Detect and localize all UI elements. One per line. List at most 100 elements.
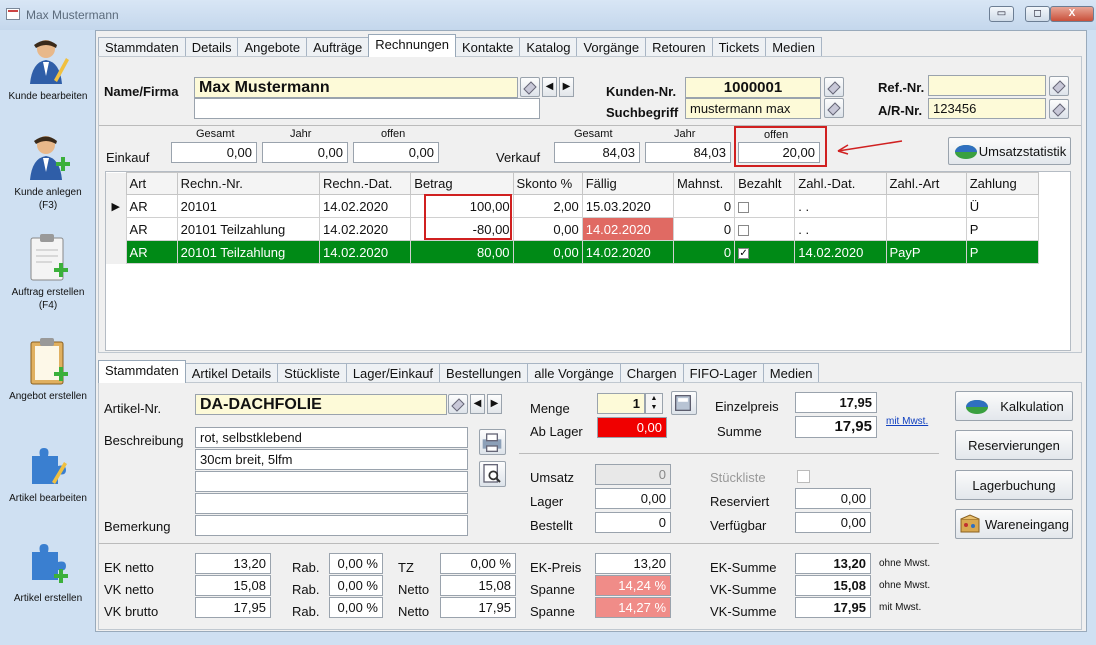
col-zahl-art[interactable]: Zahl.-Art [885,172,967,195]
netto2-field[interactable]: 17,95 [440,597,516,618]
bezahlt-checkbox[interactable] [738,224,750,236]
tab-fifo-lager[interactable]: FIFO-Lager [682,363,764,383]
cell-art[interactable]: AR [125,240,178,264]
artikel-nr-field[interactable]: DA-DACHFOLIE [195,394,447,415]
maximize-button[interactable]: ◻ [1025,6,1050,22]
calculator-button[interactable] [671,391,697,415]
cell-zahl-dat[interactable]: . . [794,194,887,218]
kunden-nr-field[interactable]: 1000001 [685,77,821,98]
stueckliste-checkbox[interactable] [797,470,810,483]
reservierungen-button[interactable]: Reservierungen [955,430,1073,460]
preview-button[interactable] [479,461,506,487]
tab-rechnungen[interactable]: Rechnungen [368,34,457,57]
tab-artikel-stammdaten[interactable]: Stammdaten [98,360,186,383]
tz-field[interactable]: 0,00 % [440,553,516,574]
suchbegriff-field[interactable]: mustermann max [685,98,821,119]
cell-bezahlt[interactable]: ✓ [734,240,796,264]
col-bezahlt[interactable]: Bezahlt [734,172,796,195]
tab-katalog[interactable]: Katalog [519,37,578,57]
cell-skonto[interactable]: 2,00 [512,194,583,218]
cell-faellig[interactable]: 14.02.2020 [581,217,674,241]
tab-stueckliste[interactable]: Stückliste [277,363,347,383]
tab-vorgaenge[interactable]: Vorgänge [576,37,647,57]
rab2-field[interactable]: 0,00 % [329,575,383,596]
sidebar-artikel-bearbeiten[interactable]: Artikel bearbeiten [6,438,90,505]
rab3-field[interactable]: 0,00 % [329,597,383,618]
cell-zahlung[interactable]: Ü [965,194,1040,218]
name2-field[interactable] [194,98,540,119]
lagerbuchung-button[interactable]: Lagerbuchung [955,470,1073,500]
eraser-button[interactable] [824,98,844,118]
print-button[interactable] [479,429,506,455]
bezahlt-checkbox[interactable]: ✓ [738,247,750,259]
sidebar-artikel-erstellen[interactable]: Artikel erstellen [6,538,90,605]
table-row[interactable]: ▶ AR 20101 14.02.2020 100,00 2,00 15.03.… [106,194,1040,218]
prev-button[interactable]: ◀ [542,77,557,97]
col-art[interactable]: Art [125,172,178,195]
sidebar-auftrag-erstellen[interactable]: Auftrag erstellen (F4) [6,232,90,312]
wareneingang-button[interactable]: Wareneingang [955,509,1073,539]
ref-nr-field[interactable] [928,75,1046,96]
close-button[interactable]: X [1050,6,1094,22]
cell-skonto[interactable]: 0,00 [512,217,583,241]
col-zahl-dat[interactable]: Zahl.-Dat. [794,172,887,195]
eraser-button[interactable] [824,77,844,97]
next-button[interactable]: ▶ [559,77,574,97]
cell-betrag[interactable]: 80,00 [410,240,514,264]
cell-art[interactable]: AR [125,194,178,218]
tab-details[interactable]: Details [184,37,239,57]
eraser-button[interactable] [1049,76,1069,96]
desc-line-1[interactable]: rot, selbstklebend [195,427,468,448]
cell-nr[interactable]: 20101 Teilzahlung [176,217,321,241]
tab-angebote[interactable]: Angebote [237,37,308,57]
vk-netto-field[interactable]: 15,08 [195,575,271,596]
cell-zahlung[interactable]: P [965,217,1040,241]
cell-mahnst[interactable]: 0 [672,194,736,218]
ek-preis-field[interactable]: 13,20 [595,553,671,574]
tab-bestellungen[interactable]: Bestellungen [439,363,529,383]
cell-nr[interactable]: 20101 [176,194,321,218]
sidebar-kunde-anlegen[interactable]: Kunde anlegen (F3) [6,132,90,212]
umsatzstatistik-button[interactable]: Umsatzstatistik [948,137,1071,165]
col-mahnst[interactable]: Mahnst. [672,172,736,195]
cell-zahlung[interactable]: P [965,240,1040,264]
tab-kontakte[interactable]: Kontakte [455,37,521,57]
cell-zahl-art[interactable] [885,217,967,241]
col-rechn-dat[interactable]: Rechn.-Dat. [319,172,412,195]
col-skonto[interactable]: Skonto % [512,172,583,195]
cell-mahnst[interactable]: 0 [672,217,736,241]
prev-button[interactable]: ◀ [470,394,485,414]
cell-datum[interactable]: 14.02.2020 [319,217,412,241]
tab-auftraege[interactable]: Aufträge [306,37,370,57]
table-row[interactable]: AR 20101 Teilzahlung 14.02.2020 80,00 0,… [106,240,1040,264]
rab1-field[interactable]: 0,00 % [329,553,383,574]
kalkulation-button[interactable]: Kalkulation [955,391,1073,421]
cell-faellig[interactable]: 14.02.2020 [581,240,674,264]
einzelpreis-field[interactable]: 17,95 [795,392,877,413]
sidebar-angebot-erstellen[interactable]: Angebot erstellen [6,336,90,403]
cell-mahnst[interactable]: 0 [672,240,736,264]
netto1-field[interactable]: 15,08 [440,575,516,596]
tab-artikel-details[interactable]: Artikel Details [184,363,279,383]
eraser-button[interactable] [520,77,540,97]
cell-zahl-dat[interactable]: 14.02.2020 [794,240,887,264]
vk-brutto-field[interactable]: 17,95 [195,597,271,618]
cell-bezahlt[interactable] [734,194,796,218]
desc-line-2[interactable]: 30cm breit, 5lfm [195,449,468,470]
tab-retouren[interactable]: Retouren [645,37,713,57]
mit-mwst-link[interactable]: mit Mwst. [886,416,928,427]
name-field[interactable]: Max Mustermann [194,77,518,98]
tab-medien[interactable]: Medien [765,37,822,57]
tab-alle-vorgaenge[interactable]: alle Vorgänge [527,363,621,383]
menge-stepper[interactable]: ▲ ▼ [645,393,663,414]
table-row[interactable]: AR 20101 Teilzahlung 14.02.2020 -80,00 0… [106,217,1040,241]
tab-tickets[interactable]: Tickets [711,37,767,57]
col-faellig[interactable]: Fällig [581,172,674,195]
cell-zahl-art[interactable]: PayP [885,240,967,264]
ek-netto-field[interactable]: 13,20 [195,553,271,574]
sidebar-kunde-bearbeiten[interactable]: Kunde bearbeiten [6,36,90,103]
cell-nr[interactable]: 20101 Teilzahlung [176,240,321,264]
eraser-button[interactable] [1049,99,1069,119]
tab-lager-einkauf[interactable]: Lager/Einkauf [345,363,441,383]
cell-skonto[interactable]: 0,00 [512,240,583,264]
